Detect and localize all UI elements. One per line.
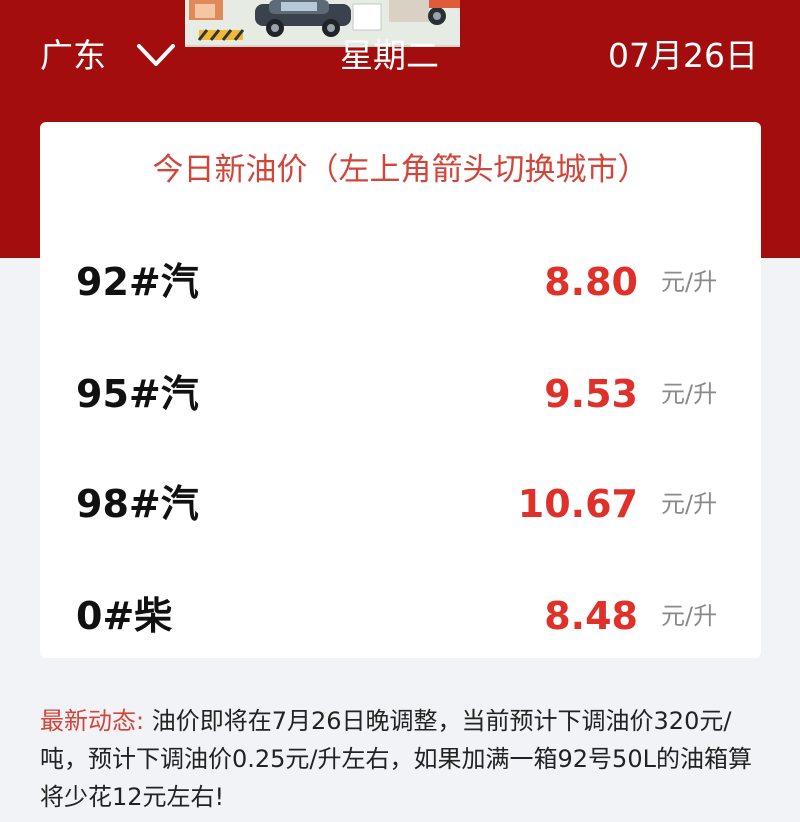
fuel-type-label: 0#柴 (76, 594, 173, 638)
fuel-type-label: 98#汽 (76, 482, 199, 526)
news-label: 最新动态: (40, 707, 145, 735)
news-text: 油价即将在7月26日晚调整，当前预计下调油价320元/吨，预计下调油价0.25元… (40, 707, 752, 811)
chevron-down-icon[interactable] (136, 38, 176, 72)
price-row: 0#柴 8.48 元/升 (40, 586, 761, 646)
card-title: 今日新油价（左上角箭头切换城市） (152, 152, 649, 188)
price-row: 95#汽 9.53 元/升 (40, 364, 761, 424)
fuel-price-value: 8.80 (544, 260, 638, 304)
weekday-label: 星期二 (340, 36, 439, 75)
fuel-price-unit: 元/升 (661, 380, 718, 408)
city-selector-label[interactable]: 广东 (40, 36, 106, 76)
oil-price-card: 今日新油价（左上角箭头切换城市） 92#汽 8.80 元/升 95#汽 9.53… (40, 122, 761, 658)
fuel-price-value: 9.53 (544, 372, 638, 416)
price-row: 92#汽 8.80 元/升 (40, 252, 761, 312)
fuel-price-unit: 元/升 (661, 490, 718, 518)
price-row: 98#汽 10.67 元/升 (40, 474, 761, 534)
fuel-price-value: 8.48 (544, 594, 638, 638)
fuel-price-unit: 元/升 (661, 602, 718, 630)
fuel-price-value: 10.67 (517, 482, 638, 526)
fuel-type-label: 95#汽 (76, 372, 199, 416)
latest-news: 最新动态: 油价即将在7月26日晚调整，当前预计下调油价320元/吨，预计下调油… (40, 702, 764, 816)
fuel-type-label: 92#汽 (76, 260, 199, 304)
fuel-price-unit: 元/升 (661, 268, 718, 296)
date-label: 07月26日 (608, 36, 758, 75)
